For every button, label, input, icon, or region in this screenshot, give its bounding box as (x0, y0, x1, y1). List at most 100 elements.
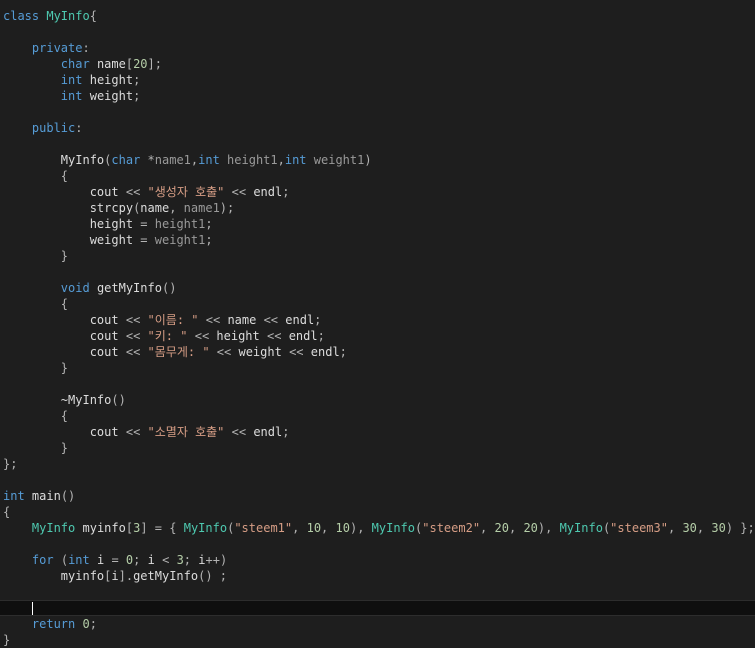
code-token: weight1 (154, 233, 206, 247)
code-token: getMyInfo (96, 281, 162, 295)
code-line[interactable]: } (0, 632, 755, 648)
code-line[interactable] (0, 104, 755, 120)
code-token: height1 (154, 217, 206, 231)
code-token: 10 (335, 521, 350, 535)
code-line[interactable]: char name[20]; (0, 56, 755, 72)
code-line[interactable]: } (0, 360, 755, 376)
code-line[interactable]: MyInfo(char *name1,int height1,int weigh… (0, 152, 755, 168)
code-token: 0 (82, 617, 90, 631)
code-token: ( (60, 553, 69, 567)
code-token: << (194, 329, 210, 343)
code-token: ; (219, 569, 228, 583)
code-line[interactable] (0, 24, 755, 40)
code-token: ; (317, 329, 325, 343)
code-line[interactable]: myinfo[i].getMyInfo() ; (0, 568, 755, 584)
code-token: ; (183, 553, 192, 567)
code-line[interactable]: }; (0, 456, 755, 472)
code-line[interactable]: height = height1; (0, 216, 755, 232)
code-token: weight (89, 233, 134, 247)
code-line[interactable] (0, 264, 755, 280)
code-line[interactable]: class MyInfo{ (0, 8, 755, 24)
code-line[interactable]: strcpy(name, name1); (0, 200, 755, 216)
code-line[interactable]: cout << "생성자 호출" << endl; (0, 184, 755, 200)
code-token: for (31, 553, 54, 567)
code-line[interactable]: { (0, 168, 755, 184)
code-line[interactable] (0, 584, 755, 600)
code-line[interactable] (0, 136, 755, 152)
code-token: ), (537, 521, 553, 535)
code-token: ), (349, 521, 365, 535)
code-token: endl (253, 185, 283, 199)
code-token: int (60, 89, 83, 103)
code-token: 20 (523, 521, 538, 535)
code-token: << (231, 425, 247, 439)
code-line[interactable]: MyInfo myinfo[3] = { MyInfo("steem1", 10… (0, 520, 755, 536)
code-line[interactable]: { (0, 504, 755, 520)
code-token: "소멸자 호출" (147, 425, 225, 439)
code-line[interactable]: public: (0, 120, 755, 136)
code-token: = (140, 233, 148, 247)
code-line[interactable]: int main() (0, 488, 755, 504)
code-token: getMyInfo (133, 569, 199, 583)
code-token: ]; (147, 57, 162, 71)
code-token: private (31, 41, 83, 55)
code-token: [ (125, 521, 134, 535)
code-line[interactable]: cout << "이름: " << name << endl; (0, 312, 755, 328)
code-token: << (289, 345, 304, 359)
code-line[interactable]: } (0, 440, 755, 456)
code-line[interactable]: } (0, 248, 755, 264)
code-line[interactable] (0, 536, 755, 552)
code-line[interactable] (0, 472, 755, 488)
code-token: ]. (118, 569, 134, 583)
code-token: cout (89, 345, 119, 359)
code-line[interactable]: cout << "몸무게: " << weight << endl; (0, 344, 755, 360)
code-token: ; (133, 89, 141, 103)
code-token: }; (740, 521, 755, 535)
code-line[interactable] (0, 376, 755, 392)
code-token: endl (253, 425, 283, 439)
code-line[interactable]: int weight; (0, 88, 755, 104)
code-line[interactable]: ~MyInfo() (0, 392, 755, 408)
code-line[interactable]: cout << "키: " << height << endl; (0, 328, 755, 344)
code-token: char (60, 57, 90, 71)
code-editor[interactable]: class MyInfo{ private: char name[20]; in… (0, 8, 755, 648)
code-token: << (125, 425, 141, 439)
code-line[interactable]: cout << "소멸자 호출" << endl; (0, 424, 755, 440)
code-token: << (216, 345, 232, 359)
code-token: MyInfo (46, 9, 90, 23)
code-line[interactable]: { (0, 296, 755, 312)
code-line[interactable]: private: (0, 40, 755, 56)
code-token: height (216, 329, 260, 343)
code-line[interactable]: int height; (0, 72, 755, 88)
code-token: MyInfo (60, 153, 105, 167)
code-token: strcpy (89, 201, 134, 215)
current-code-line[interactable] (0, 600, 755, 616)
code-token: { (89, 9, 97, 23)
code-token: : (75, 121, 83, 135)
code-line[interactable]: void getMyInfo() (0, 280, 755, 296)
code-token: << (267, 329, 282, 343)
code-line[interactable]: for (int i = 0; i < 3; i++) (0, 552, 755, 568)
code-line[interactable]: { (0, 408, 755, 424)
code-token: height (89, 73, 134, 87)
code-token: main (31, 489, 61, 503)
code-token: myinfo (60, 569, 105, 583)
code-line[interactable]: weight = weight1; (0, 232, 755, 248)
code-line[interactable]: return 0; (0, 616, 755, 632)
